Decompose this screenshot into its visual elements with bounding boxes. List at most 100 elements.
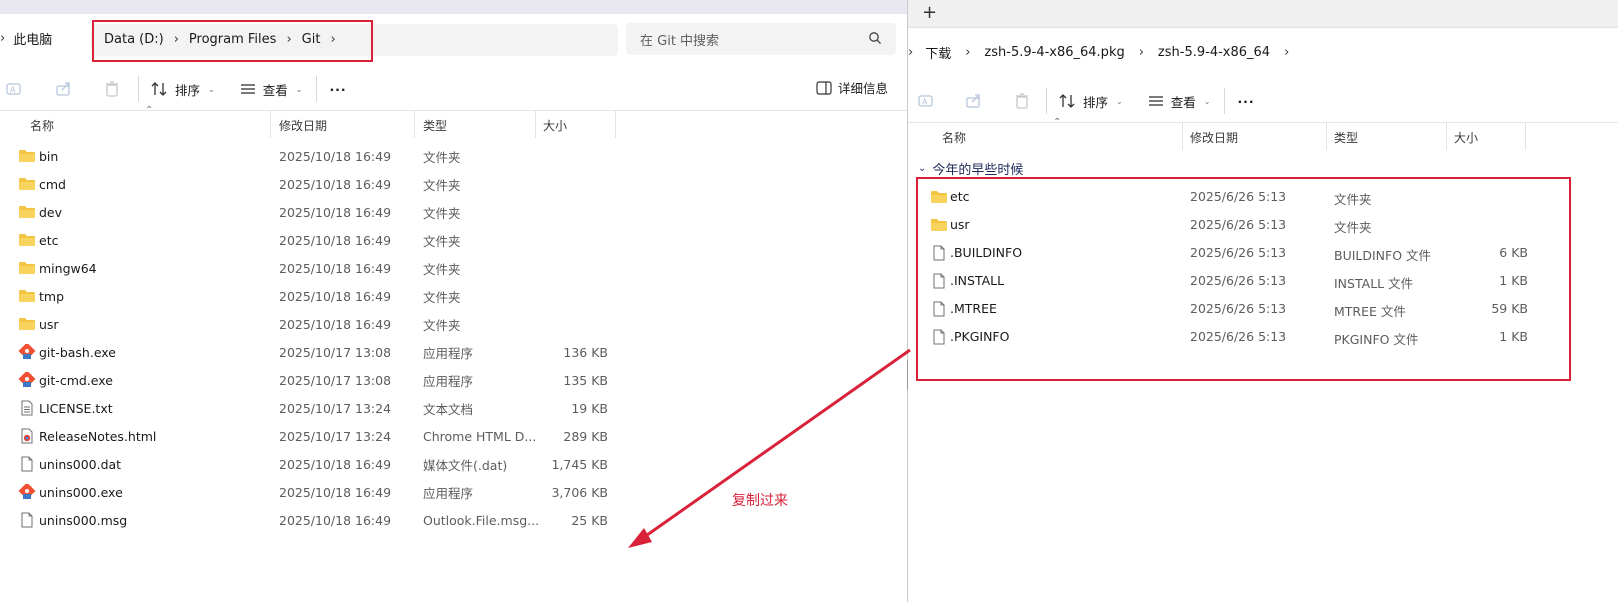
folder-icon (18, 232, 36, 248)
breadcrumb-this-pc[interactable]: 此电脑 (13, 29, 52, 48)
chevron-right-icon[interactable]: › (965, 45, 970, 60)
file-name: etc (39, 232, 59, 248)
toolbar-divider (1224, 88, 1226, 114)
file-row[interactable]: cmd 2025/10/18 16:49 文件夹 (0, 170, 620, 198)
delete-icon[interactable] (102, 79, 122, 99)
file-type: 文件夹 (423, 289, 461, 305)
git-app-icon (18, 342, 36, 360)
column-separator[interactable] (1525, 123, 1526, 150)
toolbar-divider (138, 76, 139, 102)
file-row[interactable]: LICENSE.txt 2025/10/17 13:24 文本文档 19 KB (0, 394, 620, 422)
toolbar-bottom-border (908, 122, 1618, 123)
file-type: 应用程序 (423, 345, 474, 361)
rename-icon[interactable]: A (4, 79, 24, 99)
breadcrumb-pkg[interactable]: zsh-5.9-4-x86_64.pkg (984, 45, 1124, 60)
chevron-down-icon: ⌄ (208, 84, 215, 94)
file-size: 1,745 KB (551, 456, 608, 472)
file-date: 2025/10/18 16:49 (279, 288, 392, 304)
file-name: dev (39, 204, 63, 220)
column-header-type[interactable]: 类型 (1334, 125, 1358, 149)
file-type: 应用程序 (423, 373, 474, 389)
toolbar-bottom-border (0, 110, 908, 111)
file-row[interactable]: tmp 2025/10/18 16:49 文件夹 (0, 282, 620, 310)
file-type: 文件夹 (423, 317, 461, 333)
file-size: 19 KB (571, 400, 608, 416)
details-pane-button[interactable]: 详细信息 (816, 78, 888, 97)
column-header-name[interactable]: 名称 (942, 125, 966, 149)
column-header-date[interactable]: 修改日期 (279, 113, 327, 137)
more-options-button[interactable]: ··· (1237, 94, 1254, 109)
view-button[interactable]: 查看 ⌄ (239, 80, 302, 99)
breadcrumb-zsh-folder[interactable]: zsh-5.9-4-x86_64 (1158, 45, 1270, 60)
column-header-size[interactable]: 大小 (543, 113, 567, 137)
column-header-size[interactable]: 大小 (1454, 125, 1478, 149)
sort-button[interactable]: 排序 ⌄ (1059, 92, 1123, 111)
column-separator[interactable] (270, 111, 271, 138)
column-separator[interactable] (1326, 123, 1327, 150)
right-explorer-window: + › 下载 › zsh-5.9-4-x86_64.pkg › zsh-5.9-… (908, 0, 1618, 602)
sort-button[interactable]: 排序 ⌄ (151, 80, 215, 99)
file-date: 2025/10/18 16:49 (279, 260, 392, 276)
column-header-name[interactable]: 名称 (30, 113, 54, 137)
delete-icon[interactable] (1012, 91, 1032, 111)
title-strip (0, 0, 908, 14)
file-name: cmd (39, 176, 66, 192)
search-icon[interactable] (868, 31, 882, 48)
command-bar: A 排序 ⌄ 查看 ⌄ ··· (0, 68, 347, 110)
view-button[interactable]: 查看 ⌄ (1147, 92, 1211, 111)
file-row[interactable]: mingw64 2025/10/18 16:49 文件夹 (0, 254, 620, 282)
new-tab-button[interactable]: + (922, 2, 937, 23)
sort-label: 排序 (1083, 94, 1109, 110)
column-separator[interactable] (414, 111, 415, 138)
annotation-copy-label: 复制过来 (732, 493, 788, 509)
details-label: 详细信息 (837, 81, 888, 96)
tab-strip: + (908, 0, 1618, 28)
chevron-right-icon[interactable]: › (1139, 45, 1144, 60)
search-input[interactable]: 在 Git 中搜索 (626, 23, 896, 55)
sort-icon (151, 82, 167, 96)
search-placeholder: 在 Git 中搜索 (640, 33, 720, 49)
chevron-down-icon[interactable]: ⌄ (918, 163, 926, 174)
group-label: 今年的早些时候 (932, 163, 1024, 178)
chevron-right-icon[interactable]: › (1284, 45, 1289, 60)
share-icon[interactable] (54, 79, 74, 99)
breadcrumb-downloads[interactable]: 下载 (925, 43, 951, 62)
file-row[interactable]: ReleaseNotes.html 2025/10/17 13:24 Chrome … (0, 422, 620, 450)
folder-icon (18, 288, 36, 304)
file-row[interactable]: unins000.msg 2025/10/18 16:49 Outlook.File… (0, 506, 620, 534)
file-name: git-bash.exe (39, 344, 116, 360)
column-separator[interactable] (535, 111, 536, 138)
share-icon[interactable] (964, 91, 984, 111)
group-header[interactable]: ⌄ 今年的早些时候 (918, 159, 1023, 178)
file-size: 25 KB (571, 512, 608, 528)
file-date: 2025/10/17 13:08 (279, 372, 392, 388)
file-row[interactable]: git-bash.exe 2025/10/17 13:08 应用程序 136 KB (0, 338, 620, 366)
column-separator[interactable] (615, 111, 616, 138)
more-options-button[interactable]: ··· (329, 82, 346, 97)
file-row[interactable]: etc 2025/10/18 16:49 文件夹 (0, 226, 620, 254)
file-type: 文件夹 (423, 261, 461, 277)
file-date: 2025/10/18 16:49 (279, 316, 392, 332)
column-separator[interactable] (1182, 123, 1183, 150)
file-row[interactable]: unins000.exe 2025/10/18 16:49 应用程序 3,706 KB (0, 478, 620, 506)
folder-icon (18, 260, 36, 276)
file-row[interactable]: dev 2025/10/18 16:49 文件夹 (0, 198, 620, 226)
svg-text:A: A (10, 86, 16, 95)
view-label: 查看 (1170, 94, 1196, 110)
breadcrumb-root[interactable]: › 此电脑 (0, 28, 52, 48)
file-type: 文件夹 (423, 149, 461, 165)
file-name: unins000.msg (39, 512, 128, 528)
file-row[interactable]: bin 2025/10/18 16:49 文件夹 (0, 142, 620, 170)
column-header-type[interactable]: 类型 (423, 113, 447, 137)
rename-icon[interactable]: A (916, 91, 936, 111)
chevron-right-icon[interactable]: › (908, 45, 913, 60)
chevron-down-icon: ⌄ (1203, 96, 1211, 106)
file-row[interactable]: usr 2025/10/18 16:49 文件夹 (0, 310, 620, 338)
file-row[interactable]: git-cmd.exe 2025/10/17 13:08 应用程序 135 KB (0, 366, 620, 394)
file-row[interactable]: unins000.dat 2025/10/18 16:49 媒体文件(.dat) 1,… (0, 450, 620, 478)
toolbar-divider (1046, 88, 1047, 114)
column-separator[interactable] (1446, 123, 1447, 150)
file-name: usr (39, 316, 59, 332)
file-type: 应用程序 (423, 485, 474, 501)
column-header-date[interactable]: 修改日期 (1190, 125, 1238, 149)
